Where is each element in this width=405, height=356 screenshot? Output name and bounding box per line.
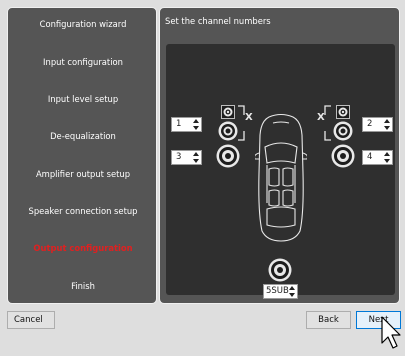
channel-value: 4	[367, 152, 373, 162]
channel-select-rear-left[interactable]: 3	[171, 150, 202, 165]
channel-value: 2	[367, 119, 373, 129]
channel-select-rear-right[interactable]: 4	[362, 150, 393, 165]
channel-spinner[interactable]	[191, 118, 200, 131]
speaker-layout-area: 1 3 2 4 5SUB X X	[166, 44, 395, 299]
spin-down-icon[interactable]	[192, 126, 199, 130]
channel-value: 1	[176, 119, 182, 129]
left-speaker-bracket	[236, 105, 248, 141]
left-bridge-mark: X	[245, 112, 253, 123]
spin-up-icon[interactable]	[383, 119, 390, 123]
configuration-wizard-window: Configuration wizard Input configuration…	[0, 0, 405, 356]
channel-value: 3	[176, 152, 182, 162]
woofer-left-icon	[216, 144, 240, 168]
channel-select-sub[interactable]: 5SUB	[263, 284, 298, 299]
channel-select-front-left[interactable]: 1	[171, 117, 202, 132]
woofer-right-icon	[331, 144, 355, 168]
spin-up-icon[interactable]	[383, 152, 390, 156]
tweeter-left-icon	[221, 105, 235, 119]
tweeter-right-icon	[336, 105, 350, 119]
cancel-button[interactable]: Cancel	[7, 311, 55, 329]
spin-down-icon[interactable]	[289, 293, 296, 297]
channel-spinner[interactable]	[289, 285, 296, 298]
mouse-cursor-icon	[381, 316, 403, 353]
channel-select-front-right[interactable]: 2	[362, 117, 393, 132]
step-configuration-wizard: Configuration wizard	[39, 19, 127, 29]
step-finish: Finish	[71, 281, 95, 291]
channel-spinner[interactable]	[191, 151, 200, 164]
midrange-right-icon	[333, 121, 353, 141]
subwoofer-icon	[268, 258, 292, 282]
panel-title: Set the channel numbers	[165, 16, 271, 26]
step-input-configuration: Input configuration	[43, 57, 123, 67]
right-bridge-mark: X	[317, 112, 325, 123]
spin-down-icon[interactable]	[383, 159, 390, 163]
step-input-level-setup: Input level setup	[47, 94, 119, 104]
spin-up-icon[interactable]	[289, 286, 296, 290]
channel-spinner[interactable]	[382, 118, 391, 131]
wizard-steps-sidebar: Configuration wizard Input configuration…	[7, 7, 157, 304]
channel-spinner[interactable]	[382, 151, 391, 164]
spin-up-icon[interactable]	[192, 119, 199, 123]
right-speaker-bracket	[321, 105, 333, 141]
midrange-left-icon	[218, 121, 238, 141]
step-de-equalization: De-equalization	[50, 131, 116, 141]
back-button[interactable]: Back	[306, 311, 351, 329]
spin-down-icon[interactable]	[383, 126, 390, 130]
channel-value: 5SUB	[266, 286, 289, 296]
channel-setup-panel: Set the channel numbers 1 3 2 4 5SUB X X	[159, 7, 400, 304]
car-topview-icon	[253, 113, 309, 246]
spin-up-icon[interactable]	[192, 152, 199, 156]
step-speaker-connection-setup: Speaker connection setup	[28, 206, 138, 216]
spin-down-icon[interactable]	[192, 159, 199, 163]
step-amplifier-output-setup: Amplifier output setup	[35, 169, 131, 179]
step-output-configuration: Output configuration	[33, 243, 133, 253]
